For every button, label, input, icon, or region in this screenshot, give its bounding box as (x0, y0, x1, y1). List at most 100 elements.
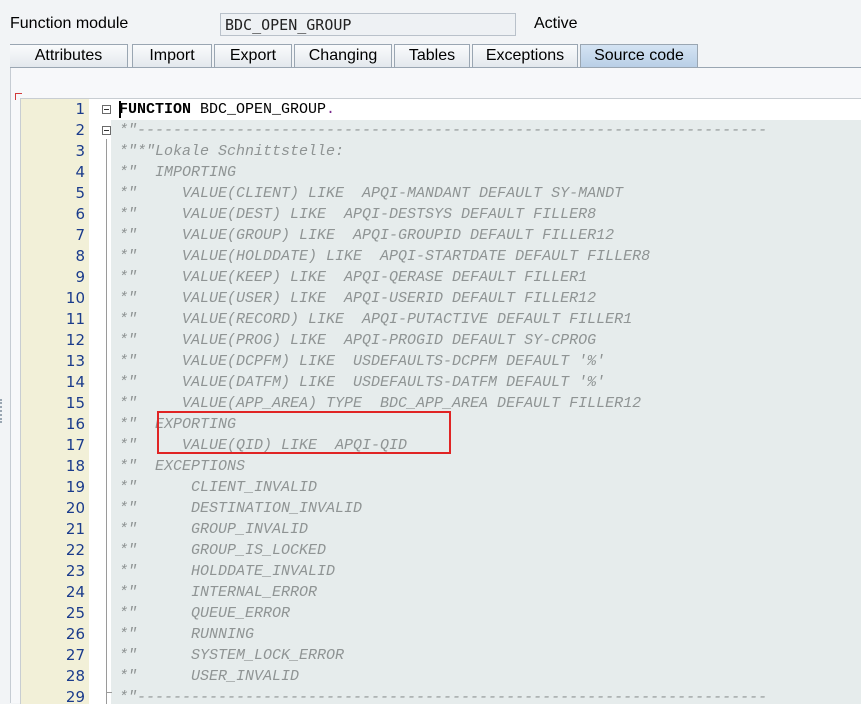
code-text: *" VALUE(GROUP) LIKE APQI-GROUPID DEFAUL… (119, 227, 615, 244)
code-line: 12 *" VALUE(PROG) LIKE APQI-PROGID DEFAUL… (21, 330, 861, 351)
code-text: *" EXCEPTIONS (119, 458, 246, 475)
code-line: 7 *" VALUE(GROUP) LIKE APQI-GROUPID DEFAU… (21, 225, 861, 246)
code-text: *" DESTINATION_INVALID (119, 500, 363, 517)
line-number: 29 (65, 688, 85, 704)
code-text: *" VALUE(PROG) LIKE APQI-PROGID DEFAULT … (119, 332, 597, 349)
code-line: 4 *" IMPORTING (21, 162, 861, 183)
line-number: 27 (65, 646, 85, 664)
code-text: *" INTERNAL_ERROR (119, 584, 318, 601)
code-text: *" QUEUE_ERROR (119, 605, 291, 622)
code-line: 26 *" RUNNING (21, 624, 861, 645)
statement-period: . (326, 101, 336, 118)
code-line: 18 *" EXCEPTIONS (21, 456, 861, 477)
code-line: 24 *" INTERNAL_ERROR (21, 582, 861, 603)
function-module-header: Function module BDC_OPEN_GROUP Active (0, 0, 861, 44)
code-text: *" VALUE(HOLDDATE) LIKE APQI-STARTDATE D… (119, 248, 651, 265)
tab-changing[interactable]: Changing (294, 44, 392, 67)
line-number: 24 (65, 583, 85, 601)
line-number: 9 (75, 268, 85, 286)
line-number: 23 (65, 562, 85, 580)
line-number: 13 (65, 352, 85, 370)
line-number: 14 (65, 373, 85, 391)
code-line: 28 *" USER_INVALID (21, 666, 861, 687)
code-text: *" CLIENT_INVALID (119, 479, 318, 496)
line-number: 19 (65, 478, 85, 496)
code-line: 6 *" VALUE(DEST) LIKE APQI-DESTSYS DEFAUL… (21, 204, 861, 225)
function-module-name-field[interactable]: BDC_OPEN_GROUP (220, 13, 516, 36)
code-line: 1 FUNCTION BDC_OPEN_GROUP. (21, 99, 861, 120)
code-text: *" VALUE(USER) LIKE APQI-USERID DEFAULT … (119, 290, 597, 307)
tab-export[interactable]: Export (214, 44, 292, 67)
code-text: *"--------------------------------------… (119, 122, 768, 139)
code-line: 20 *" DESTINATION_INVALID (21, 498, 861, 519)
code-text: *"*"Lokale Schnittstelle: (119, 143, 345, 160)
line-number: 6 (75, 205, 85, 223)
code-line: 23 *" HOLDDATE_INVALID (21, 561, 861, 582)
line-number: 15 (65, 394, 85, 412)
code-line: 3 *"*"Lokale Schnittstelle: (21, 141, 861, 162)
code-text: *" VALUE(RECORD) LIKE APQI-PUTACTIVE DEF… (119, 311, 633, 328)
line-number: 2 (75, 121, 85, 139)
code-line: 13 *" VALUE(DCPFM) LIKE USDEFAULTS-DCPFM … (21, 351, 861, 372)
line-number: 1 (75, 100, 85, 118)
code-line: 21 *" GROUP_INVALID (21, 519, 861, 540)
splitter-handle[interactable] (0, 399, 6, 423)
code-text: *" RUNNING (119, 626, 255, 643)
tab-attributes[interactable]: Attributes (10, 44, 128, 67)
code-text: *" VALUE(CLIENT) LIKE APQI-MANDANT DEFAU… (119, 185, 624, 202)
exporting-highlight-annotation (157, 411, 451, 454)
tab-strip: Attributes Import Export Changing Tables… (0, 44, 861, 68)
function-name: BDC_OPEN_GROUP (191, 101, 327, 118)
line-number: 25 (65, 604, 85, 622)
code-line: 8 *" VALUE(HOLDDATE) LIKE APQI-STARTDATE … (21, 246, 861, 267)
code-line: 11 *" VALUE(RECORD) LIKE APQI-PUTACTIVE D… (21, 309, 861, 330)
code-line: 14 *" VALUE(DATFM) LIKE USDEFAULTS-DATFM … (21, 372, 861, 393)
function-module-label: Function module (10, 15, 129, 32)
code-text: *"--------------------------------------… (119, 689, 768, 704)
line-number: 7 (75, 226, 85, 244)
code-line: 10 *" VALUE(USER) LIKE APQI-USERID DEFAUL… (21, 288, 861, 309)
line-number: 16 (65, 415, 85, 433)
code-text: FUNCTION BDC_OPEN_GROUP. (119, 99, 335, 120)
code-text: *" SYSTEM_LOCK_ERROR (119, 647, 345, 664)
code-text: *" VALUE(DCPFM) LIKE USDEFAULTS-DCPFM DE… (119, 353, 606, 370)
line-number: 21 (65, 520, 85, 538)
code-line: 29 *"------------------------------------… (21, 687, 861, 704)
code-text: *" VALUE(DATFM) LIKE USDEFAULTS-DATFM DE… (119, 374, 606, 391)
code-text: *" GROUP_IS_LOCKED (119, 542, 327, 559)
line-number: 17 (65, 436, 85, 454)
code-line: 2 *"-------------------------------------… (21, 120, 861, 141)
line-number: 8 (75, 247, 85, 265)
code-text: *" HOLDDATE_INVALID (119, 563, 336, 580)
line-number: 26 (65, 625, 85, 643)
status-label: Active (534, 15, 578, 32)
line-number: 3 (75, 142, 85, 160)
line-number: 11 (65, 310, 85, 328)
code-line: 5 *" VALUE(CLIENT) LIKE APQI-MANDANT DEFA… (21, 183, 861, 204)
code-text: *" VALUE(DEST) LIKE APQI-DESTSYS DEFAULT… (119, 206, 597, 223)
code-text: *" USER_INVALID (119, 668, 300, 685)
keyword-function: FUNCTION (119, 101, 192, 118)
code-text: *" VALUE(KEEP) LIKE APQI-QERASE DEFAULT … (119, 269, 588, 286)
line-number: 10 (65, 289, 85, 307)
code-text: *" IMPORTING (119, 164, 237, 181)
code-text: *" GROUP_INVALID (119, 521, 309, 538)
tab-import[interactable]: Import (132, 44, 212, 67)
line-number: 28 (65, 667, 85, 685)
code-line: 9 *" VALUE(KEEP) LIKE APQI-QERASE DEFAULT… (21, 267, 861, 288)
code-line: 27 *" SYSTEM_LOCK_ERROR (21, 645, 861, 666)
line-number: 22 (65, 541, 85, 559)
line-number: 4 (75, 163, 85, 181)
code-line: 19 *" CLIENT_INVALID (21, 477, 861, 498)
tab-source-code[interactable]: Source code (580, 44, 698, 67)
code-line: 25 *" QUEUE_ERROR (21, 603, 861, 624)
tab-tables[interactable]: Tables (394, 44, 470, 67)
text-cursor (119, 101, 121, 118)
line-number: 18 (65, 457, 85, 475)
line-number: 20 (65, 499, 85, 517)
code-line: 22 *" GROUP_IS_LOCKED (21, 540, 861, 561)
line-number: 12 (65, 331, 85, 349)
tab-exceptions[interactable]: Exceptions (472, 44, 578, 67)
code-editor[interactable]: 1 FUNCTION BDC_OPEN_GROUP. 2 *"----------… (20, 98, 861, 704)
line-number: 5 (75, 184, 85, 202)
